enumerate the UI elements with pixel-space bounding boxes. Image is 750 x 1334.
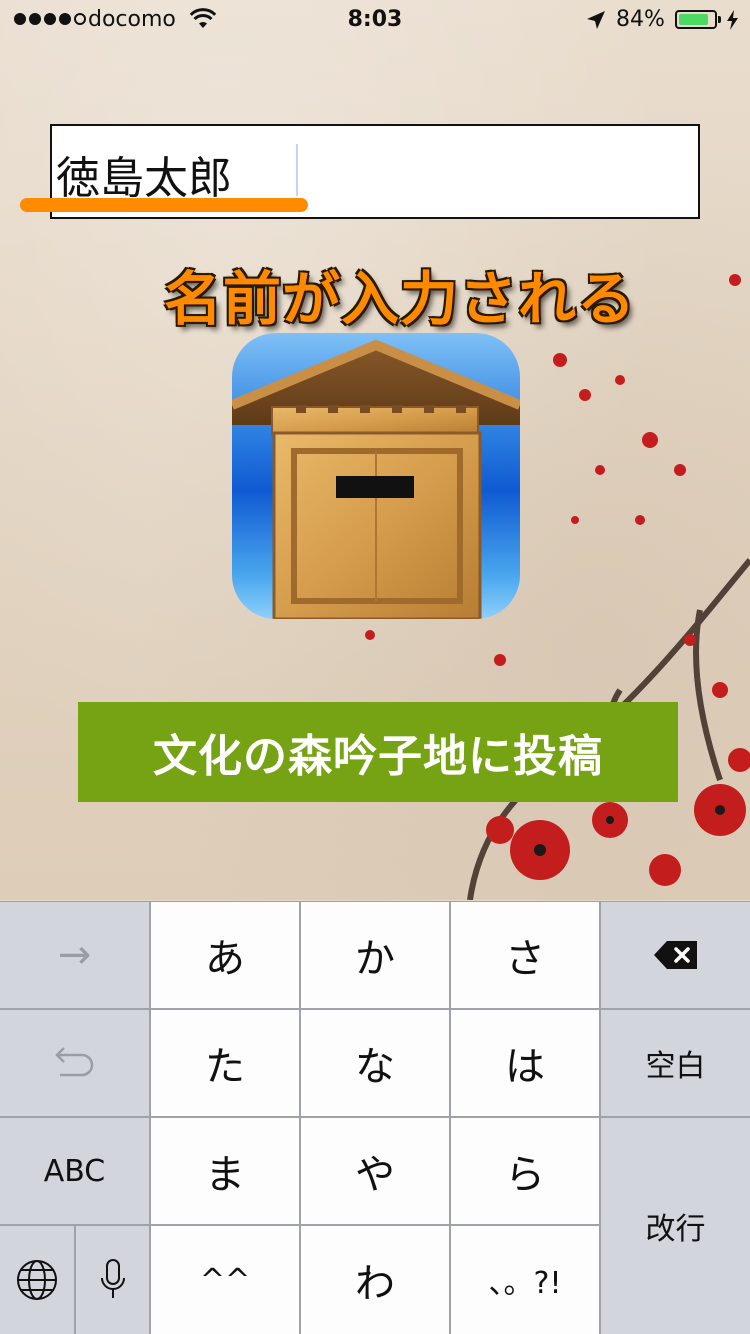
key-ta-label: た <box>205 1044 245 1090</box>
battery-percentage: 84% <box>616 7 665 32</box>
key-ka-label: か <box>355 936 395 982</box>
key-ra[interactable]: ら <box>451 1118 599 1224</box>
return-key-label: 改行 <box>645 1212 706 1247</box>
abc-key[interactable]: ABC <box>0 1118 149 1224</box>
globe-icon <box>17 1260 57 1300</box>
undo-key[interactable] <box>0 1010 149 1116</box>
key-punctuation-label: 、。?! <box>488 1266 562 1301</box>
key-ha-label: は <box>505 1044 545 1090</box>
key-emoticon[interactable]: ^^ <box>151 1226 299 1334</box>
submit-post-button[interactable]: 文化の森吟子地に投稿 <box>78 702 678 802</box>
next-candidate-key[interactable]: → <box>0 902 149 1008</box>
highlight-underline <box>20 198 308 212</box>
delete-key[interactable] <box>601 902 750 1008</box>
mailbox-icon <box>232 339 520 619</box>
key-ma-label: ま <box>205 1152 245 1198</box>
name-input-value: 徳島太郎 <box>56 153 232 204</box>
space-key-label: 空白 <box>645 1049 706 1084</box>
key-ha[interactable]: は <box>451 1010 599 1116</box>
key-a-label: あ <box>205 936 245 982</box>
key-na-label: な <box>355 1044 395 1090</box>
mailbox-app-icon <box>232 333 520 619</box>
dictation-key[interactable] <box>76 1226 149 1334</box>
battery-tip <box>718 16 721 23</box>
key-ma[interactable]: ま <box>151 1118 299 1224</box>
key-sa-label: さ <box>505 936 545 982</box>
key-na[interactable]: な <box>301 1010 449 1116</box>
japanese-kana-keyboard: → あ か さ た な は 空白 ABC ま や ら 改行 ^^ わ 、。?! <box>0 901 750 1334</box>
key-ya-label: や <box>355 1152 395 1198</box>
text-caret <box>296 144 298 196</box>
location-arrow-icon <box>587 11 605 29</box>
annotation-caption: 名前が入力される <box>163 265 636 333</box>
key-ka[interactable]: か <box>301 902 449 1008</box>
undo-arrow-icon <box>54 1047 93 1077</box>
abc-key-label: ABC <box>43 1153 106 1189</box>
status-bar: docomo 8:03 84% <box>0 0 750 40</box>
key-sa[interactable]: さ <box>451 902 599 1008</box>
next-candidate-key-label: → <box>57 932 92 978</box>
key-ra-label: ら <box>505 1152 545 1198</box>
microphone-icon <box>100 1259 125 1298</box>
space-key[interactable]: 空白 <box>601 1010 750 1116</box>
key-wa-label: わ <box>355 1261 395 1307</box>
key-emoticon-label: ^^ <box>199 1262 251 1298</box>
backspace-icon <box>653 941 697 969</box>
key-a[interactable]: あ <box>151 902 299 1008</box>
return-key[interactable]: 改行 <box>601 1118 750 1334</box>
battery-level-fill <box>679 14 708 25</box>
battery-icon <box>675 10 717 29</box>
key-ya[interactable]: や <box>301 1118 449 1224</box>
key-wa[interactable]: わ <box>301 1226 449 1334</box>
key-punctuation[interactable]: 、。?! <box>451 1226 599 1334</box>
globe-key[interactable] <box>0 1226 74 1334</box>
charging-bolt-icon <box>727 10 738 30</box>
key-ta[interactable]: た <box>151 1010 299 1116</box>
